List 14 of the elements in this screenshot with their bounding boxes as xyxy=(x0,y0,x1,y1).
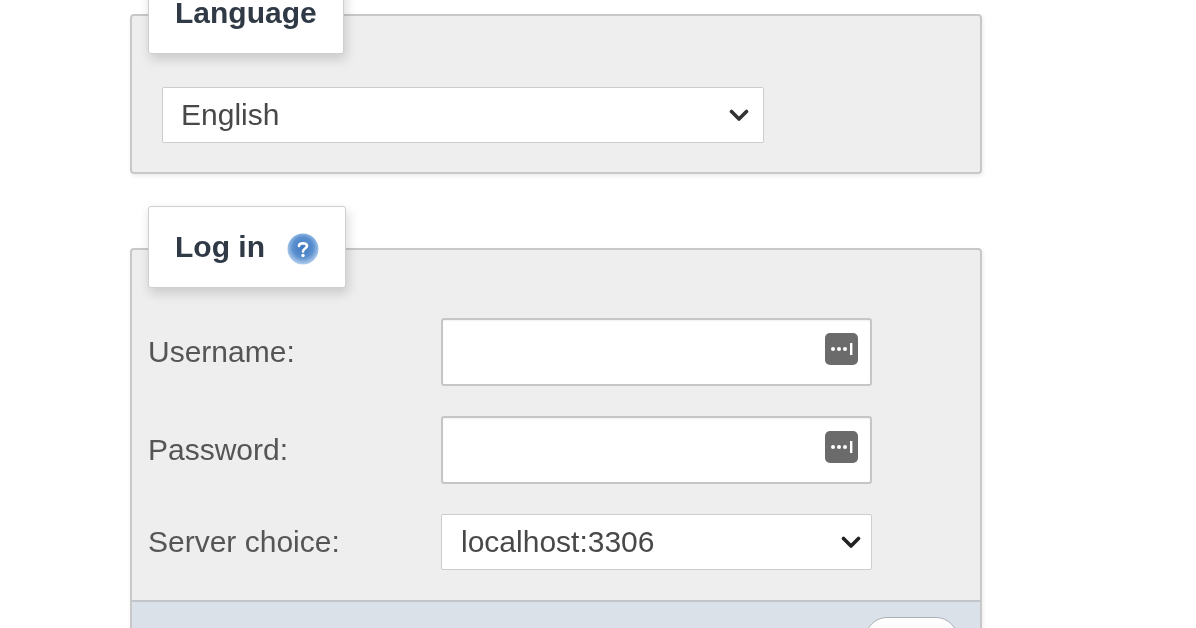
language-select[interactable]: English xyxy=(162,87,764,143)
section-title: Log in xyxy=(175,230,265,264)
chevron-down-icon xyxy=(841,535,861,549)
text-field[interactable] xyxy=(441,318,872,386)
server-select[interactable]: localhost:3306 xyxy=(441,514,872,570)
dots-key-icon[interactable] xyxy=(825,431,858,463)
dots-key-icon[interactable] xyxy=(825,333,858,365)
field-label: Password: xyxy=(148,433,289,467)
text-field[interactable] xyxy=(441,416,872,484)
help-icon[interactable] xyxy=(287,233,319,265)
field-label: Username: xyxy=(148,335,295,369)
chevron-down-icon xyxy=(729,108,749,122)
section-title: Language xyxy=(175,0,317,30)
field-label: Server choice: xyxy=(148,525,340,559)
